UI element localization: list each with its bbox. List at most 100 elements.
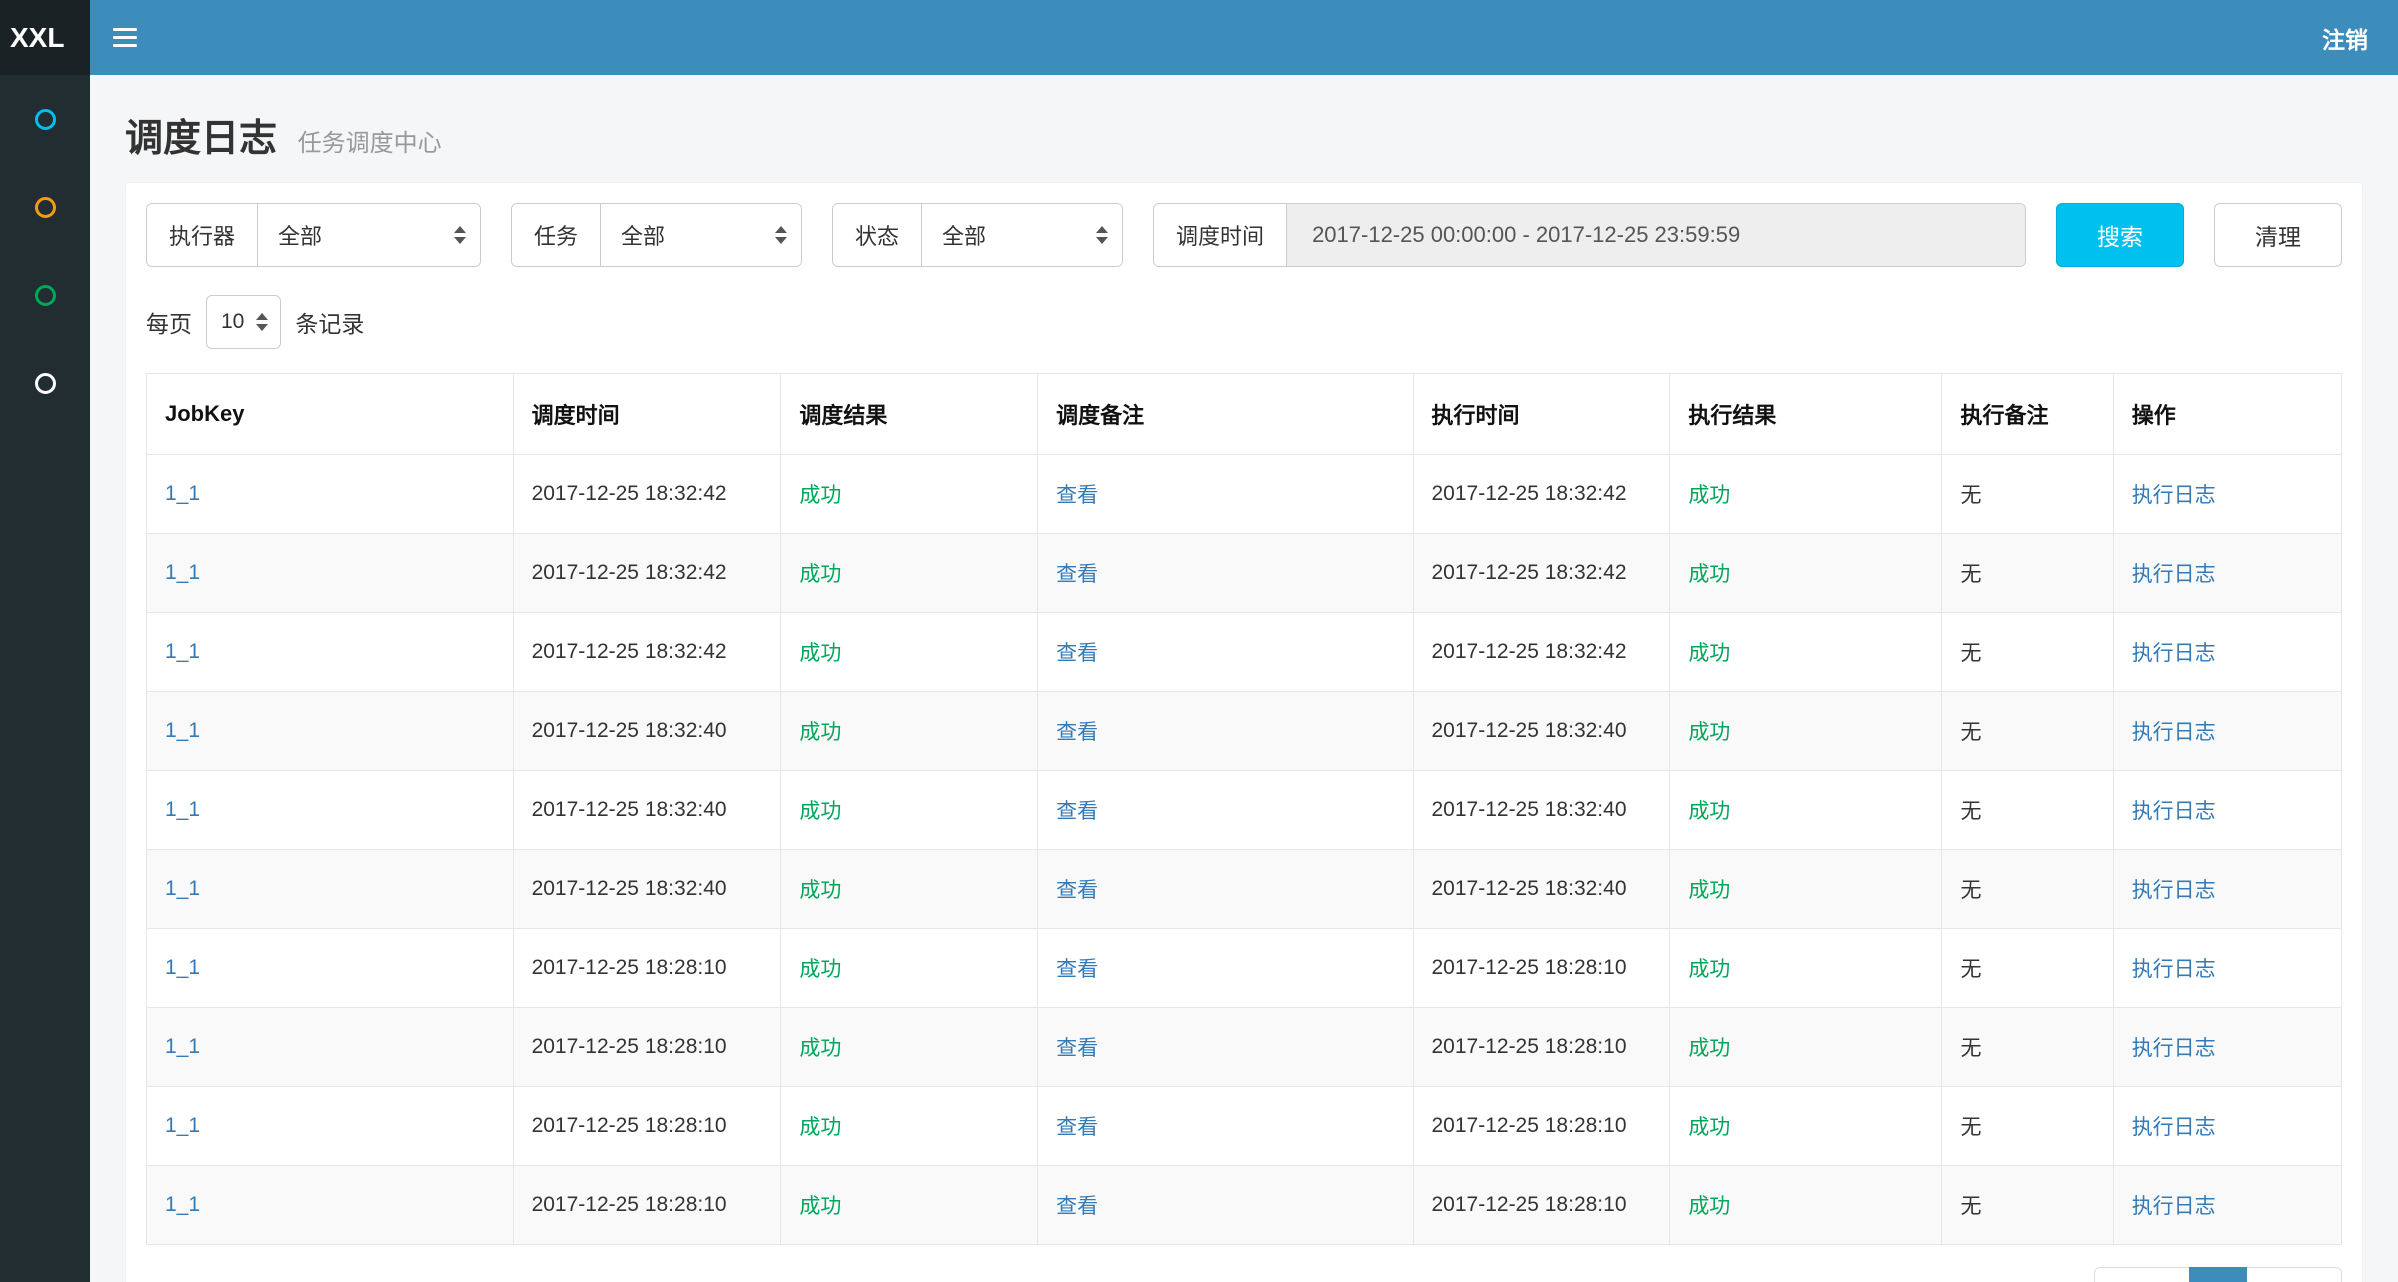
exec-log-link[interactable]: 执行日志 xyxy=(2132,1195,2216,1218)
exec-log-link[interactable]: 执行日志 xyxy=(2132,642,2216,665)
page-size-select[interactable]: 10 xyxy=(206,295,281,349)
page-size-prefix-label: 每页 xyxy=(146,305,192,339)
page-title: 调度日志 任务调度中心 xyxy=(125,107,2363,162)
current-page-button[interactable]: 1 xyxy=(2189,1267,2247,1282)
jobkey-link[interactable]: 1_1 xyxy=(165,482,200,505)
trigger-msg-cell: 查看 xyxy=(1038,929,1413,1008)
handle-time-cell: 2017-12-25 18:32:42 xyxy=(1413,613,1670,692)
jobkey-link[interactable]: 1_1 xyxy=(165,1114,200,1137)
sidebar-toggle-button[interactable] xyxy=(90,0,160,75)
table-header-cell[interactable]: JobKey xyxy=(147,374,514,455)
sidebar-menu-item[interactable] xyxy=(0,163,90,251)
trigger-msg-cell: 查看 xyxy=(1038,613,1413,692)
handle-result-cell: 成功 xyxy=(1670,613,1942,692)
trigger-msg-link[interactable]: 查看 xyxy=(1056,721,1098,744)
trigger-msg-link[interactable]: 查看 xyxy=(1056,1116,1098,1139)
trigger-result-cell: 成功 xyxy=(781,534,1038,613)
job-select-value: 全部 xyxy=(621,219,665,251)
sidebar-menu-item[interactable] xyxy=(0,75,90,163)
executor-select[interactable]: 全部 xyxy=(258,204,480,266)
trigger-result-cell: 成功 xyxy=(781,1008,1038,1087)
handle-msg-cell: 无 xyxy=(1942,850,2113,929)
jobkey-link[interactable]: 1_1 xyxy=(165,719,200,742)
prev-page-button[interactable]: 上页 xyxy=(2094,1267,2190,1282)
exec-log-link[interactable]: 执行日志 xyxy=(2132,879,2216,902)
exec-log-link[interactable]: 执行日志 xyxy=(2132,563,2216,586)
trigger-result-cell: 成功 xyxy=(781,850,1038,929)
trigger-time-cell: 2017-12-25 18:28:10 xyxy=(513,929,781,1008)
table-header-cell[interactable]: 执行备注 xyxy=(1942,374,2113,455)
job-filter-label: 任务 xyxy=(512,204,601,266)
clear-button[interactable]: 清理 xyxy=(2214,203,2342,267)
table-header-cell[interactable]: 调度结果 xyxy=(781,374,1038,455)
action-cell: 执行日志 xyxy=(2113,929,2341,1008)
jobkey-link[interactable]: 1_1 xyxy=(165,1035,200,1058)
jobkey-link[interactable]: 1_1 xyxy=(165,1193,200,1216)
trigger-time-cell: 2017-12-25 18:32:40 xyxy=(513,692,781,771)
trigger-msg-cell: 查看 xyxy=(1038,534,1413,613)
handle-time-cell: 2017-12-25 18:32:42 xyxy=(1413,455,1670,534)
top-navbar: XXL 注销 xyxy=(0,0,2398,75)
jobkey-link[interactable]: 1_1 xyxy=(165,798,200,821)
exec-log-link[interactable]: 执行日志 xyxy=(2132,484,2216,507)
exec-log-link[interactable]: 执行日志 xyxy=(2132,1116,2216,1139)
trigger-msg-link[interactable]: 查看 xyxy=(1056,1195,1098,1218)
page-title-text: 调度日志 xyxy=(125,118,277,160)
executor-select-value: 全部 xyxy=(278,219,322,251)
jobkey-link[interactable]: 1_1 xyxy=(165,877,200,900)
page-subtitle: 任务调度中心 xyxy=(298,130,442,157)
trigger-msg-link[interactable]: 查看 xyxy=(1056,800,1098,823)
status-select-value: 全部 xyxy=(942,219,986,251)
trigger-msg-link[interactable]: 查看 xyxy=(1056,879,1098,902)
table-header-cell[interactable]: 调度时间 xyxy=(513,374,781,455)
trigger-msg-cell: 查看 xyxy=(1038,1008,1413,1087)
action-cell: 执行日志 xyxy=(2113,613,2341,692)
table-row: 1_1 2017-12-25 18:32:42 成功 查看 2017-12-25… xyxy=(147,613,2342,692)
trigger-msg-link[interactable]: 查看 xyxy=(1056,1037,1098,1060)
jobkey-link[interactable]: 1_1 xyxy=(165,640,200,663)
logout-button[interactable]: 注销 xyxy=(2292,0,2398,75)
exec-log-link[interactable]: 执行日志 xyxy=(2132,721,2216,744)
table-header-cell[interactable]: 调度备注 xyxy=(1038,374,1413,455)
job-select[interactable]: 全部 xyxy=(601,204,801,266)
search-button[interactable]: 搜索 xyxy=(2056,203,2184,267)
table-header-cell[interactable]: 执行时间 xyxy=(1413,374,1670,455)
table-header-cell[interactable]: 操作 xyxy=(2113,374,2341,455)
status-select[interactable]: 全部 xyxy=(922,204,1122,266)
trigger-result-cell: 成功 xyxy=(781,613,1038,692)
next-page-button[interactable]: 下页 xyxy=(2246,1267,2342,1282)
table-row: 1_1 2017-12-25 18:32:42 成功 查看 2017-12-25… xyxy=(147,534,2342,613)
jobkey-link[interactable]: 1_1 xyxy=(165,956,200,979)
trigger-msg-cell: 查看 xyxy=(1038,1166,1413,1245)
exec-log-link[interactable]: 执行日志 xyxy=(2132,958,2216,981)
app-logo[interactable]: XXL xyxy=(0,0,90,75)
table-footer: 第 1 页 ( 总共 1 页， 10 条记录 ) 上页 1 下页 xyxy=(146,1267,2342,1282)
main-content: 调度日志 任务调度中心 执行器 全部 任务 全部 状态 xyxy=(90,75,2398,1282)
exec-log-link[interactable]: 执行日志 xyxy=(2132,800,2216,823)
trigger-result-cell: 成功 xyxy=(781,1087,1038,1166)
action-cell: 执行日志 xyxy=(2113,692,2341,771)
handle-time-cell: 2017-12-25 18:32:40 xyxy=(1413,771,1670,850)
handle-time-cell: 2017-12-25 18:28:10 xyxy=(1413,929,1670,1008)
table-header-cell[interactable]: 执行结果 xyxy=(1670,374,1942,455)
jobkey-link[interactable]: 1_1 xyxy=(165,561,200,584)
action-cell: 执行日志 xyxy=(2113,1087,2341,1166)
handle-msg-cell: 无 xyxy=(1942,929,2113,1008)
page-size-control: 每页 10 条记录 xyxy=(146,295,2342,349)
trigger-time-filter-label: 调度时间 xyxy=(1154,204,1287,266)
exec-log-link[interactable]: 执行日志 xyxy=(2132,1037,2216,1060)
table-row: 1_1 2017-12-25 18:28:10 成功 查看 2017-12-25… xyxy=(147,1166,2342,1245)
trigger-msg-link[interactable]: 查看 xyxy=(1056,563,1098,586)
log-table-head: JobKey 调度时间 调度结果 调度备注 执行时间 执行结果 执行备注 操作 xyxy=(147,374,2342,455)
trigger-msg-link[interactable]: 查看 xyxy=(1056,484,1098,507)
sidebar-menu-item[interactable] xyxy=(0,251,90,339)
trigger-msg-link[interactable]: 查看 xyxy=(1056,642,1098,665)
handle-result-cell: 成功 xyxy=(1670,1008,1942,1087)
status-filter-label: 状态 xyxy=(833,204,922,266)
jobkey-cell: 1_1 xyxy=(147,1166,514,1245)
trigger-time-range-input[interactable]: 2017-12-25 00:00:00 - 2017-12-25 23:59:5… xyxy=(1287,204,2025,266)
sidebar-menu-item[interactable] xyxy=(0,339,90,427)
table-row: 1_1 2017-12-25 18:32:40 成功 查看 2017-12-25… xyxy=(147,771,2342,850)
trigger-msg-link[interactable]: 查看 xyxy=(1056,958,1098,981)
trigger-time-cell: 2017-12-25 18:28:10 xyxy=(513,1166,781,1245)
